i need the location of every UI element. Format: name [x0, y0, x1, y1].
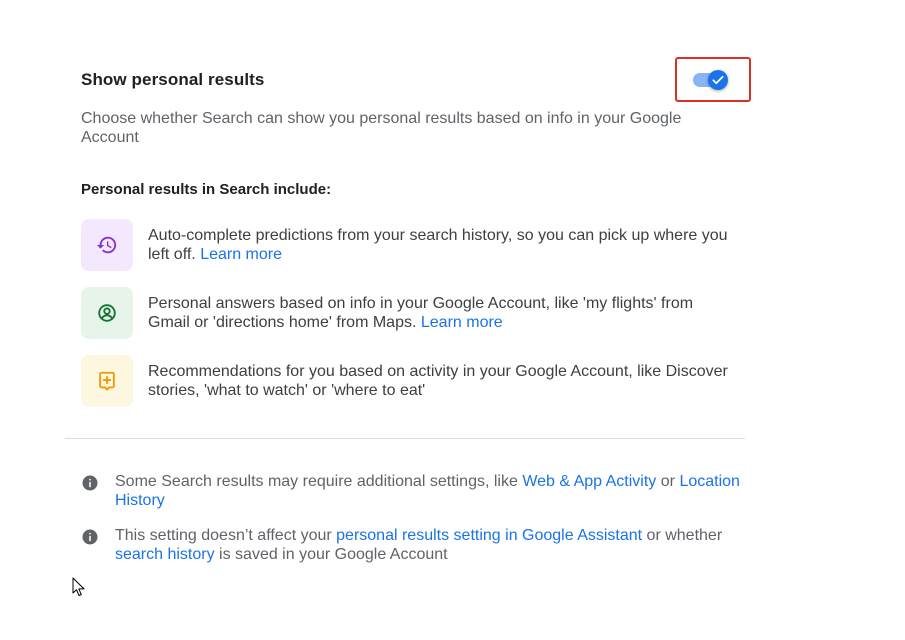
checkmark-icon [712, 75, 724, 85]
settings-page: Show personal results Choose whether Sea… [0, 0, 905, 640]
feature-icon-box [81, 219, 133, 271]
section-heading: Personal results in Search include: [81, 181, 332, 198]
feature-description: Recommendations for you based on activit… [148, 363, 728, 399]
note-text-part: Some Search results may require addition… [115, 473, 523, 490]
feature-item-autocomplete: Auto-complete predictions from your sear… [81, 219, 741, 271]
add-recommendation-icon [99, 371, 115, 391]
search-history-link[interactable]: search history [115, 546, 215, 563]
mouse-pointer-icon [72, 577, 85, 596]
feature-item-recommendations: Recommendations for you based on activit… [81, 355, 741, 407]
note-text: This setting doesn’t affect your persona… [115, 526, 741, 564]
assistant-setting-link[interactable]: personal results setting in Google Assis… [336, 527, 642, 544]
feature-item-personal-answers: Personal answers based on info in your G… [81, 287, 741, 339]
page-description: Choose whether Search can show you perso… [81, 110, 682, 146]
learn-more-link[interactable]: Learn more [200, 246, 282, 263]
feature-text: Personal answers based on info in your G… [148, 294, 738, 332]
info-icon [82, 475, 98, 491]
info-icon [82, 529, 98, 545]
feature-text: Auto-complete predictions from your sear… [148, 226, 738, 264]
feature-icon-box [81, 287, 133, 339]
learn-more-link[interactable]: Learn more [421, 314, 503, 331]
toggle-thumb[interactable] [708, 70, 728, 90]
note-text-part: or whether [642, 527, 723, 544]
note-text-part: is saved in your Google Account [214, 546, 448, 563]
feature-icon-box [81, 355, 133, 407]
history-icon [96, 236, 117, 254]
personal-results-toggle[interactable] [692, 68, 734, 92]
page-title: Show personal results [81, 70, 265, 89]
feature-text: Recommendations for you based on activit… [148, 362, 738, 400]
account-circle-icon [98, 304, 116, 322]
note-text: Some Search results may require addition… [115, 472, 741, 510]
note-text-part: This setting doesn’t affect your [115, 527, 337, 544]
section-divider [65, 438, 745, 439]
web-app-activity-link[interactable]: Web & App Activity [522, 473, 656, 490]
note-text-part: or [656, 473, 680, 490]
